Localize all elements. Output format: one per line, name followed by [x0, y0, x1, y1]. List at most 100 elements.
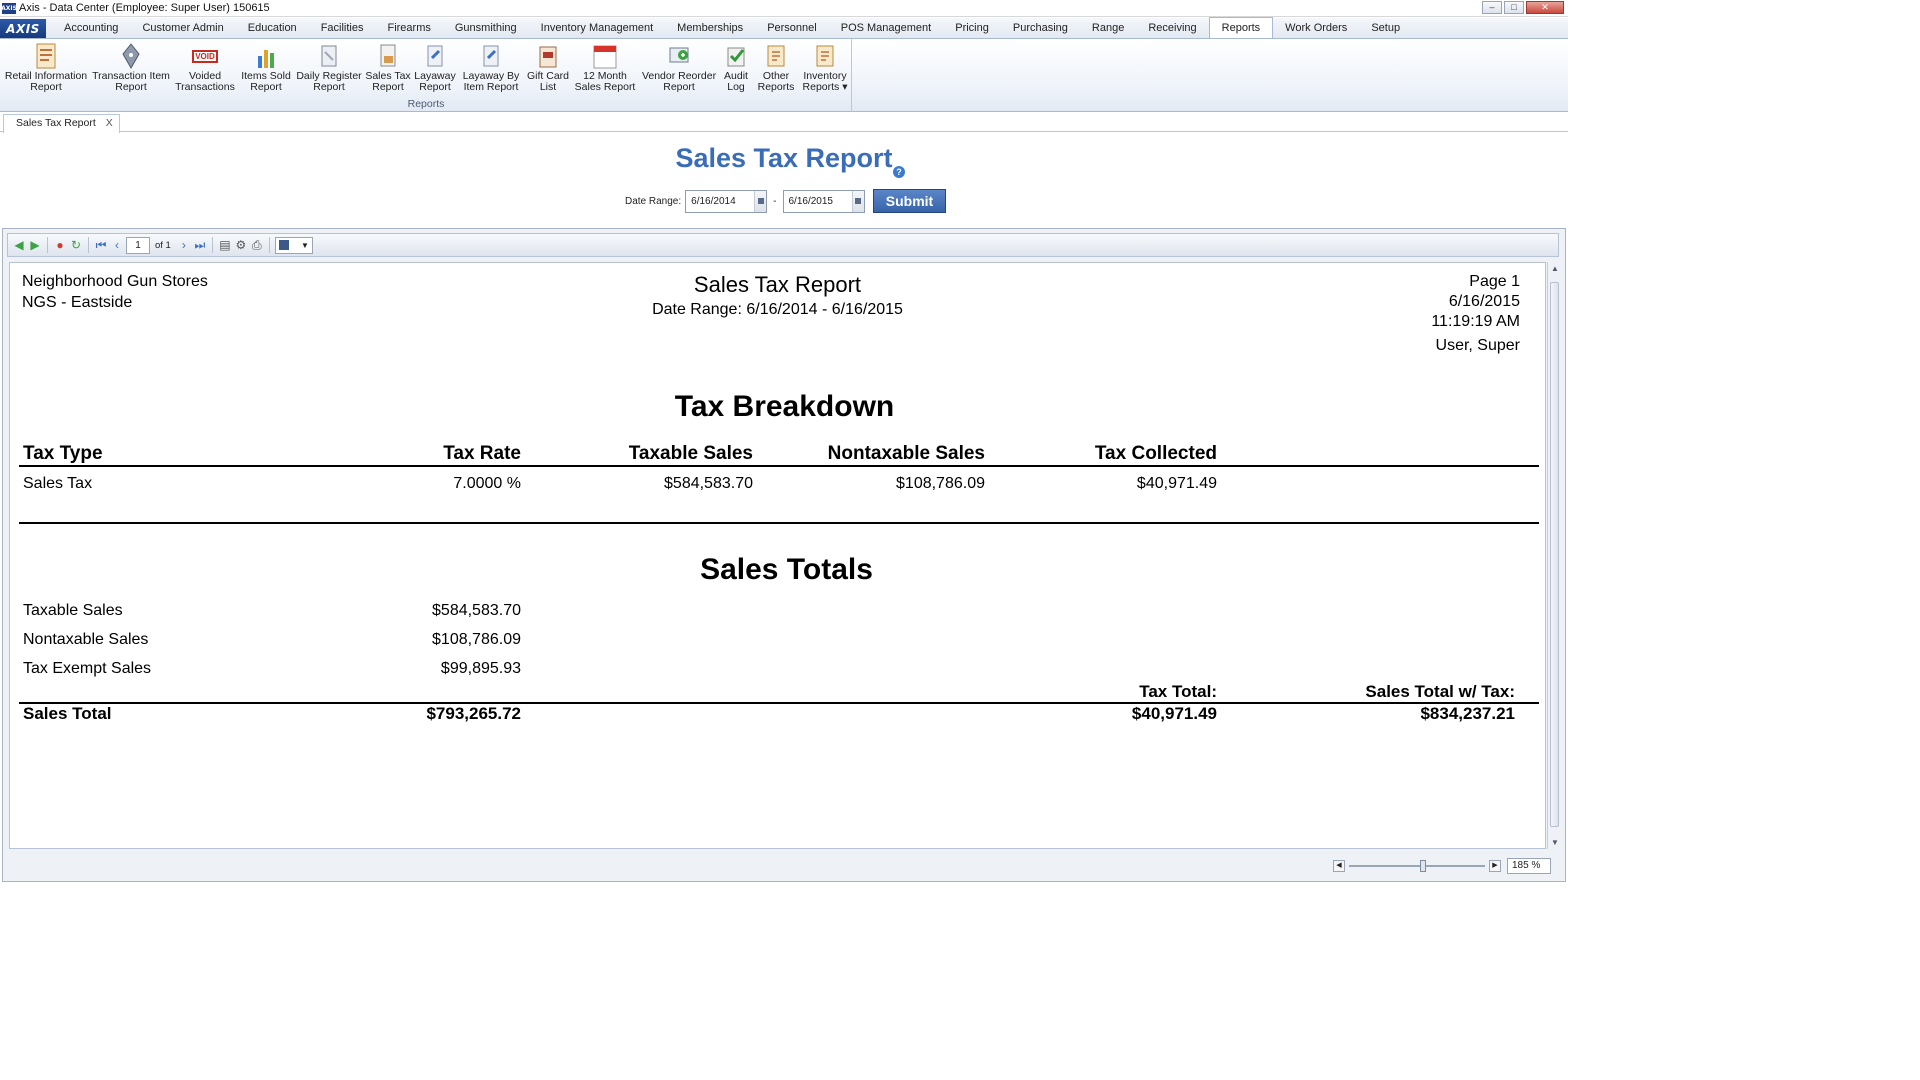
menu-tab-work-orders[interactable]: Work Orders	[1273, 18, 1359, 38]
menu-tab-gunsmithing[interactable]: Gunsmithing	[443, 18, 529, 38]
stop-icon[interactable]: ●	[53, 238, 67, 252]
zoom-out-icon[interactable]: ◀	[1333, 860, 1345, 872]
menu-tab-inventory-management[interactable]: Inventory Management	[529, 18, 666, 38]
sales-total-value: $793,265.72	[426, 704, 521, 723]
column-header-tax-rate: Tax Rate	[443, 443, 521, 464]
export-dropdown[interactable]: ▼	[274, 236, 313, 254]
report-time: 11:19:19 AM	[1431, 313, 1520, 330]
audit-log-button[interactable]: Audit Log	[721, 41, 751, 93]
ribbon-label: Item Report	[463, 81, 519, 93]
zoom-in-icon[interactable]: ▶	[1489, 860, 1501, 872]
sales-total-with-tax-label: Sales Total w/ Tax:	[1365, 682, 1515, 701]
ribbon-group-label: Reports	[407, 98, 445, 110]
maximize-button[interactable]: □	[1504, 1, 1524, 14]
transaction-item-report-button[interactable]: Transaction Item Report	[92, 41, 170, 93]
menu-tab-purchasing[interactable]: Purchasing	[1001, 18, 1080, 38]
date-range-label: Date Range:	[625, 195, 682, 207]
report-user: User, Super	[1435, 337, 1520, 354]
void-stamp-text: VOID	[192, 49, 218, 63]
refresh-icon[interactable]: ↻	[69, 238, 83, 252]
window-title: Axis - Data Center (Employee: Super User…	[19, 2, 270, 14]
sales-total-with-tax-value: $834,237.21	[1420, 704, 1515, 723]
menu-tab-receiving[interactable]: Receiving	[1136, 18, 1208, 38]
scroll-up-icon[interactable]: ▲	[1551, 264, 1559, 273]
menu-tab-education[interactable]: Education	[236, 18, 309, 38]
print-layout-icon[interactable]: ▤	[218, 238, 232, 252]
column-header-tax-collected: Tax Collected	[1094, 443, 1217, 464]
bar-chart-icon	[253, 41, 279, 71]
menu-tab-pos-management[interactable]: POS Management	[829, 18, 944, 38]
menu-tab-personnel[interactable]: Personnel	[755, 18, 829, 38]
reorder-icon	[666, 41, 692, 71]
zoom-level-input[interactable]: 185 %	[1507, 858, 1551, 874]
voided-transactions-button[interactable]: VOID Voided Transactions	[175, 41, 235, 93]
date-range-filter: Date Range: 6/16/2014 - 6/16/2015	[625, 189, 865, 213]
help-icon[interactable]: ?	[893, 166, 905, 178]
calendar-icon	[592, 41, 618, 71]
section-divider	[19, 522, 1539, 524]
ribbon-label: Report	[313, 81, 345, 93]
totals-label-tax-exempt: Tax Exempt Sales	[23, 660, 152, 677]
ribbon-label: Sales Report	[574, 81, 636, 93]
pen-nib-icon	[118, 41, 144, 71]
zoom-knob[interactable]	[1420, 860, 1426, 872]
items-sold-report-button[interactable]: Items Sold Report	[240, 41, 292, 93]
date-to-field[interactable]: 6/16/2015	[782, 189, 865, 213]
menu-tab-range[interactable]: Range	[1080, 18, 1136, 38]
doc-tab-close-button[interactable]: X	[106, 115, 113, 133]
page-setup-icon[interactable]: ⚙	[234, 238, 248, 252]
menu-tab-facilities[interactable]: Facilities	[309, 18, 376, 38]
page-title: Sales Tax Report	[675, 143, 893, 173]
print-icon[interactable]: ⎙	[250, 238, 264, 252]
last-page-icon[interactable]: ⏭	[193, 238, 207, 252]
retail-information-report-button[interactable]: Retail Information Report	[5, 41, 87, 93]
sales-totals-heading: Sales Totals	[700, 553, 873, 586]
page-number-input[interactable]: 1	[126, 236, 150, 254]
menu-tab-memberships[interactable]: Memberships	[665, 18, 755, 38]
report-date: 6/16/2015	[1448, 293, 1520, 310]
menu-tab-firearms[interactable]: Firearms	[375, 18, 442, 38]
scroll-thumb[interactable]	[1550, 282, 1559, 827]
page-label: Page 1	[1469, 273, 1520, 290]
calendar-picker-icon[interactable]	[754, 190, 767, 212]
report-vertical-scrollbar[interactable]: ▲ ▼	[1547, 262, 1561, 849]
submit-button[interactable]: Submit	[873, 189, 946, 213]
date-from-field[interactable]: 6/16/2014	[685, 189, 768, 213]
zoom-track[interactable]	[1349, 860, 1485, 872]
menu-tab-reports[interactable]: Reports	[1208, 17, 1274, 38]
scroll-down-icon[interactable]: ▼	[1551, 838, 1559, 847]
back-icon[interactable]: ◀	[12, 238, 26, 252]
inventory-reports-button[interactable]: Inventory Reports ▾	[801, 41, 849, 93]
next-page-icon[interactable]: ›	[177, 238, 191, 252]
layaway-by-item-report-button[interactable]: Layaway By Item Report	[461, 41, 521, 93]
sales-tax-report-button[interactable]: Sales Tax Report	[365, 41, 411, 93]
menu-tab-customer-admin[interactable]: Customer Admin	[130, 18, 235, 38]
minimize-button[interactable]: ‒	[1482, 1, 1502, 14]
gift-card-list-button[interactable]: Gift Card List	[526, 41, 570, 93]
vendor-reorder-report-button[interactable]: Vendor Reorder Report	[642, 41, 716, 93]
previous-page-icon[interactable]: ‹	[110, 238, 124, 252]
date-to-value: 6/16/2015	[788, 195, 834, 207]
12-month-sales-report-button[interactable]: 12 Month Sales Report	[575, 41, 635, 93]
forward-icon[interactable]: ▶	[28, 238, 42, 252]
layaway-report-button[interactable]: Layaway Report	[414, 41, 456, 93]
first-page-icon[interactable]: ⏮	[94, 238, 108, 252]
menu-tab-setup[interactable]: Setup	[1359, 18, 1412, 38]
ribbon-label: Report	[250, 81, 282, 93]
doc-tab-sales-tax-report[interactable]: Sales Tax Report X	[3, 114, 120, 133]
menu-tab-pricing[interactable]: Pricing	[943, 18, 1001, 38]
calendar-picker-icon[interactable]	[851, 190, 864, 212]
menu-tab-accounting[interactable]: Accounting	[52, 18, 130, 38]
toolbar-separator	[211, 237, 213, 253]
zoom-slider[interactable]: ◀ ▶	[1333, 859, 1501, 873]
other-reports-button[interactable]: Other Reports	[756, 41, 796, 93]
report-viewer-toolbar: ◀ ▶ ● ↻ ⏮ ‹ 1 of 1 › ⏭ ▤ ⚙ ⎙ ▼	[7, 233, 1559, 257]
report-viewer: ◀ ▶ ● ↻ ⏮ ‹ 1 of 1 › ⏭ ▤ ⚙ ⎙ ▼ Neighborh…	[2, 228, 1566, 882]
totals-value-nontaxable: $108,786.09	[432, 631, 521, 648]
reports-ribbon-group: Retail Information Report Transaction It…	[0, 39, 852, 112]
close-window-button[interactable]: ✕	[1526, 1, 1564, 14]
daily-register-report-button[interactable]: Daily Register Report	[296, 41, 362, 93]
ribbon-label: Report	[419, 81, 451, 93]
totals-value-tax-exempt: $99,895.93	[440, 660, 521, 677]
axis-logo[interactable]: AXIS	[0, 19, 46, 38]
